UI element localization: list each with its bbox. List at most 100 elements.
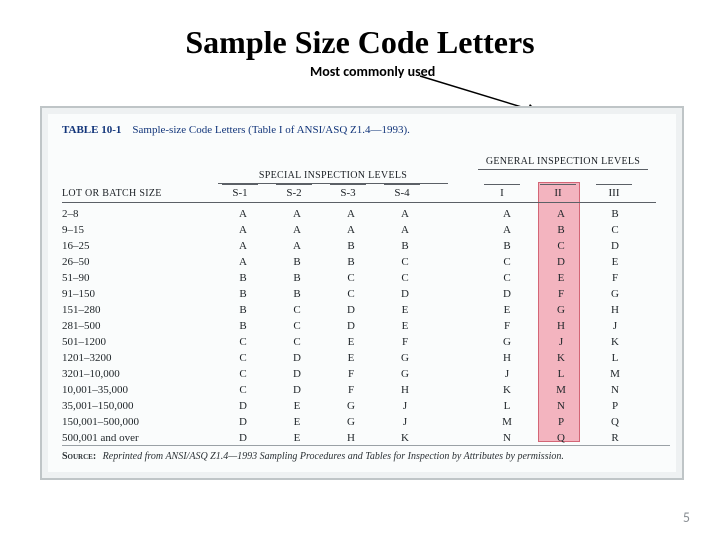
cell-s2: D <box>270 382 324 398</box>
cell-II: D <box>534 254 588 270</box>
cell-I: J <box>480 366 534 382</box>
header-special-inspection: SPECIAL INSPECTION LEVELS <box>218 170 448 184</box>
table-row: 501–1200CCEFGJK <box>62 334 642 350</box>
cell-s2: C <box>270 334 324 350</box>
cell-s1: C <box>216 350 270 366</box>
cell-s4: K <box>378 430 432 446</box>
cell-III: F <box>588 270 642 286</box>
table-row: 150,001–500,000DEGJMPQ <box>62 414 642 430</box>
cell-s3: F <box>324 366 378 382</box>
cell-s4: H <box>378 382 432 398</box>
table-scan-inner: TABLE 10-1 Sample-size Code Letters (Tab… <box>48 114 676 472</box>
cell-III: G <box>588 286 642 302</box>
col-header-I: I <box>478 184 526 199</box>
cell-s1: B <box>216 318 270 334</box>
page-title: Sample Size Code Letters <box>30 24 690 61</box>
cell-s2: C <box>270 302 324 318</box>
header-general-text: GENERAL INSPECTION LEVELS <box>486 156 640 167</box>
cell-II: Q <box>534 430 588 446</box>
table-row: 281–500BCDEFHJ <box>62 318 642 334</box>
cell-s3: F <box>324 382 378 398</box>
col-header-III: III <box>590 184 638 199</box>
cell-II: L <box>534 366 588 382</box>
table-row: 35,001–150,000DEGJLNP <box>62 398 642 414</box>
cell-range: 26–50 <box>62 254 216 270</box>
cell-s3: C <box>324 270 378 286</box>
table-caption: TABLE 10-1 Sample-size Code Letters (Tab… <box>62 124 410 136</box>
cell-II: K <box>534 350 588 366</box>
table-row: 151–280BCDEEGH <box>62 302 642 318</box>
cell-s4: G <box>378 350 432 366</box>
cell-range: 281–500 <box>62 318 216 334</box>
cell-s3: E <box>324 334 378 350</box>
cell-s4: D <box>378 286 432 302</box>
source-line: Source: Reprinted from ANSI/ASQ Z1.4—199… <box>62 451 564 462</box>
table-row: 10,001–35,000CDFHKMN <box>62 382 642 398</box>
col-header-II: II <box>534 184 582 199</box>
table-row: 26–50ABBCCDE <box>62 254 642 270</box>
rule-icon <box>62 202 656 203</box>
cell-s1: C <box>216 334 270 350</box>
header-general-inspection: GENERAL INSPECTION LEVELS <box>478 156 648 170</box>
cell-III: H <box>588 302 642 318</box>
cell-III: D <box>588 238 642 254</box>
cell-s3: B <box>324 238 378 254</box>
cell-range: 35,001–150,000 <box>62 398 216 414</box>
cell-III: L <box>588 350 642 366</box>
cell-s2: E <box>270 398 324 414</box>
table-row: 91–150BBCDDFG <box>62 286 642 302</box>
cell-range: 9–15 <box>62 222 216 238</box>
header-lot-size: LOT OR BATCH SIZE <box>62 188 162 199</box>
cell-s2: D <box>270 366 324 382</box>
cell-s2: A <box>270 238 324 254</box>
cell-III: R <box>588 430 642 446</box>
cell-III: J <box>588 318 642 334</box>
cell-III: N <box>588 382 642 398</box>
cell-s4: E <box>378 318 432 334</box>
cell-s3: E <box>324 350 378 366</box>
cell-II: N <box>534 398 588 414</box>
cell-III: Q <box>588 414 642 430</box>
cell-s2: B <box>270 254 324 270</box>
table-caption-text: Sample-size Code Letters (Table I of ANS… <box>132 124 410 136</box>
cell-I: H <box>480 350 534 366</box>
cell-III: M <box>588 366 642 382</box>
table-caption-label: TABLE 10-1 <box>62 124 121 136</box>
table-row: 2–8AAAAAAB <box>62 206 642 222</box>
cell-s4: F <box>378 334 432 350</box>
cell-range: 51–90 <box>62 270 216 286</box>
cell-III: K <box>588 334 642 350</box>
cell-II: P <box>534 414 588 430</box>
cell-s4: B <box>378 238 432 254</box>
cell-range: 2–8 <box>62 206 216 222</box>
cell-range: 151–280 <box>62 302 216 318</box>
col-header-s3: S-3 <box>324 184 372 199</box>
cell-range: 150,001–500,000 <box>62 414 216 430</box>
cell-s3: B <box>324 254 378 270</box>
cell-s2: B <box>270 286 324 302</box>
slide: Sample Size Code Letters Most commonly u… <box>0 0 720 540</box>
cell-s2: D <box>270 350 324 366</box>
page-number: 5 <box>683 509 690 526</box>
cell-II: F <box>534 286 588 302</box>
cell-s4: C <box>378 254 432 270</box>
cell-s4: C <box>378 270 432 286</box>
cell-s1: D <box>216 414 270 430</box>
col-header-s4: S-4 <box>378 184 426 199</box>
cell-range: 16–25 <box>62 238 216 254</box>
cell-s1: C <box>216 382 270 398</box>
table-row: 9–15AAAAABC <box>62 222 642 238</box>
cell-I: M <box>480 414 534 430</box>
code-letters-table: 2–8AAAAAAB9–15AAAAABC16–25AABBBCD26–50AB… <box>62 206 642 446</box>
cell-s3: D <box>324 302 378 318</box>
cell-s3: G <box>324 398 378 414</box>
cell-II: A <box>534 206 588 222</box>
cell-II: J <box>534 334 588 350</box>
cell-s1: A <box>216 206 270 222</box>
cell-s3: G <box>324 414 378 430</box>
cell-I: E <box>480 302 534 318</box>
cell-s2: B <box>270 270 324 286</box>
cell-II: G <box>534 302 588 318</box>
cell-s3: D <box>324 318 378 334</box>
col-header-s2: S-2 <box>270 184 318 199</box>
